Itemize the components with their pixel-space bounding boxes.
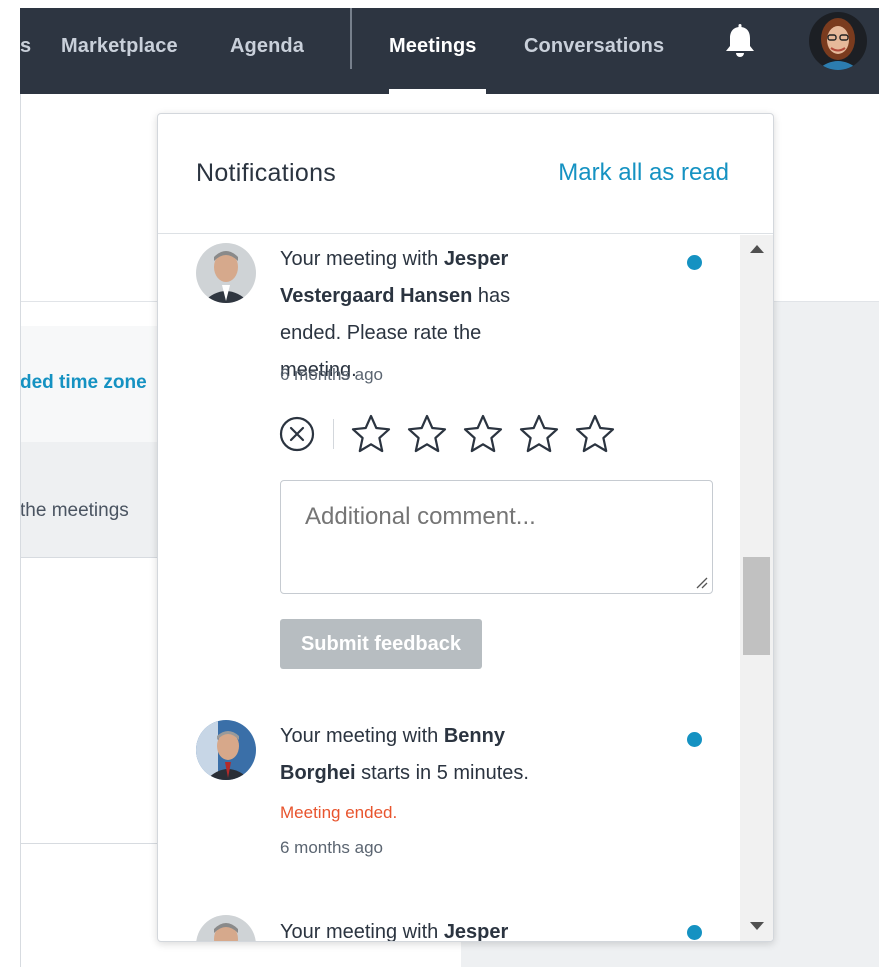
star-icon[interactable] <box>406 413 448 455</box>
mark-all-read-link[interactable]: Mark all as read <box>558 159 729 187</box>
scroll-up-arrow-icon[interactable] <box>750 245 764 253</box>
notification-message: Your meeting with Benny Borghei starts i… <box>280 725 529 784</box>
nav-item-marketplace[interactable]: Marketplace <box>61 35 178 58</box>
notification-message: Your meeting with Jesper <box>280 921 509 942</box>
star-icon[interactable] <box>518 413 560 455</box>
unread-indicator <box>687 732 702 747</box>
nav-item-agenda[interactable]: Agenda <box>230 35 304 58</box>
meeting-status: Meeting ended. <box>280 803 398 822</box>
rating-divider <box>333 419 334 449</box>
notification-timestamp: 6 months ago <box>280 838 384 857</box>
star-icon[interactable] <box>574 413 616 455</box>
page-left-border <box>20 94 21 967</box>
notifications-header: Notifications Mark all as read <box>158 114 773 234</box>
top-nav-bar: s Marketplace Agenda Meetings Conversati… <box>20 8 879 94</box>
nav-divider <box>350 8 352 69</box>
notifications-list: Your meeting with Jesper Vestergaard Han… <box>158 235 740 942</box>
avatar <box>196 915 256 941</box>
nav-item-conversations[interactable]: Conversations <box>524 35 664 58</box>
scroll-thumb[interactable] <box>743 557 770 655</box>
nav-item-meetings[interactable]: Meetings <box>389 35 476 58</box>
bell-icon[interactable] <box>720 22 760 62</box>
scroll-down-arrow-icon[interactable] <box>750 922 764 930</box>
additional-comment-input[interactable] <box>280 480 713 594</box>
notifications-scrollbar[interactable] <box>740 235 773 941</box>
avatar <box>196 243 256 303</box>
notification-timestamp: 6 months ago <box>280 365 384 384</box>
contact-name[interactable]: Jesper <box>444 921 509 941</box>
user-avatar[interactable] <box>809 12 867 70</box>
notifications-title: Notifications <box>196 159 337 187</box>
submit-feedback-button[interactable]: Submit feedback <box>280 619 482 669</box>
star-icon[interactable] <box>350 413 392 455</box>
notifications-dropdown: Notifications Mark all as read Your meet… <box>157 113 774 942</box>
close-circle-icon[interactable] <box>278 415 316 453</box>
meetings-info-text: the meetings <box>20 500 129 521</box>
nav-item-partial[interactable]: s <box>20 35 31 58</box>
timezone-link[interactable]: ded time zone <box>20 372 147 394</box>
unread-indicator <box>687 255 702 270</box>
avatar <box>196 720 256 780</box>
star-icon[interactable] <box>462 413 504 455</box>
unread-indicator <box>687 925 702 940</box>
resize-handle-icon[interactable] <box>694 575 708 589</box>
